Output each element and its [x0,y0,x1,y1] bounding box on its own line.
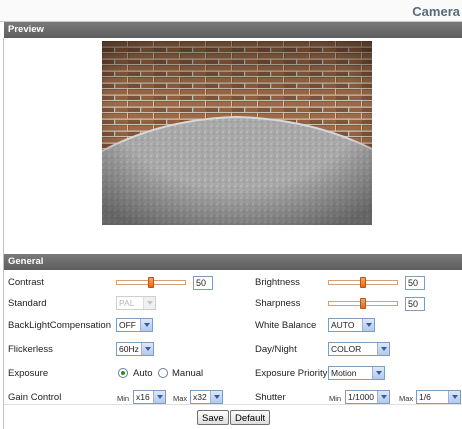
sharpness-value-field[interactable]: 50 [405,297,425,311]
backlight-selected-value: OFF [119,320,136,330]
chevron-down-icon[interactable] [362,319,374,331]
gain-control-label: Gain Control [8,392,62,403]
flickerless-selected-value: 60Hz [119,344,139,354]
shutter-max-selected-value: 1/6 [419,392,431,402]
chevron-down-icon[interactable] [140,319,152,331]
shutter-max-select[interactable]: 1/6 [416,390,461,404]
preview-section-header: Preview [4,22,462,38]
gain-max-label: Max [173,394,188,403]
left-border [3,38,4,429]
brightness-slider[interactable] [328,277,398,288]
contrast-value-field[interactable]: 50 [193,276,213,290]
brightness-value-field[interactable]: 50 [405,276,425,290]
day-night-label: Day/Night [255,344,297,355]
sharpness-slider-thumb[interactable] [360,298,366,309]
chevron-down-icon [143,297,155,309]
exposure-auto-radio[interactable] [118,368,128,378]
day-night-select[interactable]: COLOR [328,342,390,356]
contrast-slider[interactable] [116,277,186,288]
exposure-priority-select[interactable]: Motion [328,366,385,380]
flickerless-select[interactable]: 60Hz [116,342,154,356]
gain-min-selected-value: x16 [136,392,150,402]
top-bar: Camera [0,0,462,22]
standard-label: Standard [8,298,47,309]
day-night-selected-value: COLOR [331,344,362,354]
chevron-down-icon[interactable] [448,391,460,403]
default-button[interactable]: Default [230,410,271,425]
gain-max-select[interactable]: x32 [190,390,223,404]
save-button[interactable]: Save [197,410,229,425]
exposure-manual-radio[interactable] [158,368,168,378]
chevron-down-icon[interactable] [377,343,389,355]
page-title: Camera [412,4,460,19]
white-balance-select[interactable]: AUTO [328,318,375,332]
shutter-label: Shutter [255,392,286,403]
chevron-down-icon[interactable] [153,391,165,403]
gain-max-selected-value: x32 [193,392,207,402]
exposure-manual-label[interactable]: Manual [172,368,203,379]
general-section-header: General [4,254,462,270]
chevron-down-icon[interactable] [372,367,384,379]
camera-preview-image [102,41,372,225]
exposure-priority-selected-value: Motion [331,368,357,378]
standard-selected-value: PAL [119,298,135,308]
sharpness-slider[interactable] [328,298,398,309]
contrast-label: Contrast [8,277,44,288]
white-balance-selected-value: AUTO [331,320,355,330]
exposure-label: Exposure [8,368,49,379]
standard-select: PAL [116,296,156,310]
divider [4,404,462,405]
gain-min-select[interactable]: x16 [133,390,166,404]
white-balance-label: White Balance [255,320,317,331]
chevron-down-icon[interactable] [210,391,222,403]
backlight-select[interactable]: OFF [116,318,153,332]
exposure-priority-label: Exposure Priority [255,368,328,379]
brightness-label: Brightness [255,277,300,288]
chevron-down-icon[interactable] [141,343,153,355]
gain-min-label: Min [117,394,130,403]
backlight-label: BackLightCompensation [8,320,111,331]
brightness-slider-thumb[interactable] [360,277,366,288]
shutter-min-label: Min [329,394,342,403]
shutter-min-selected-value: 1/1000 [348,392,374,402]
shutter-min-select[interactable]: 1/1000 [345,390,390,404]
contrast-slider-thumb[interactable] [148,277,154,288]
shutter-max-label: Max [399,394,414,403]
sharpness-label: Sharpness [255,298,301,309]
flickerless-label: Flickerless [8,344,53,355]
chevron-down-icon[interactable] [377,391,389,403]
exposure-auto-label[interactable]: Auto [133,368,153,379]
